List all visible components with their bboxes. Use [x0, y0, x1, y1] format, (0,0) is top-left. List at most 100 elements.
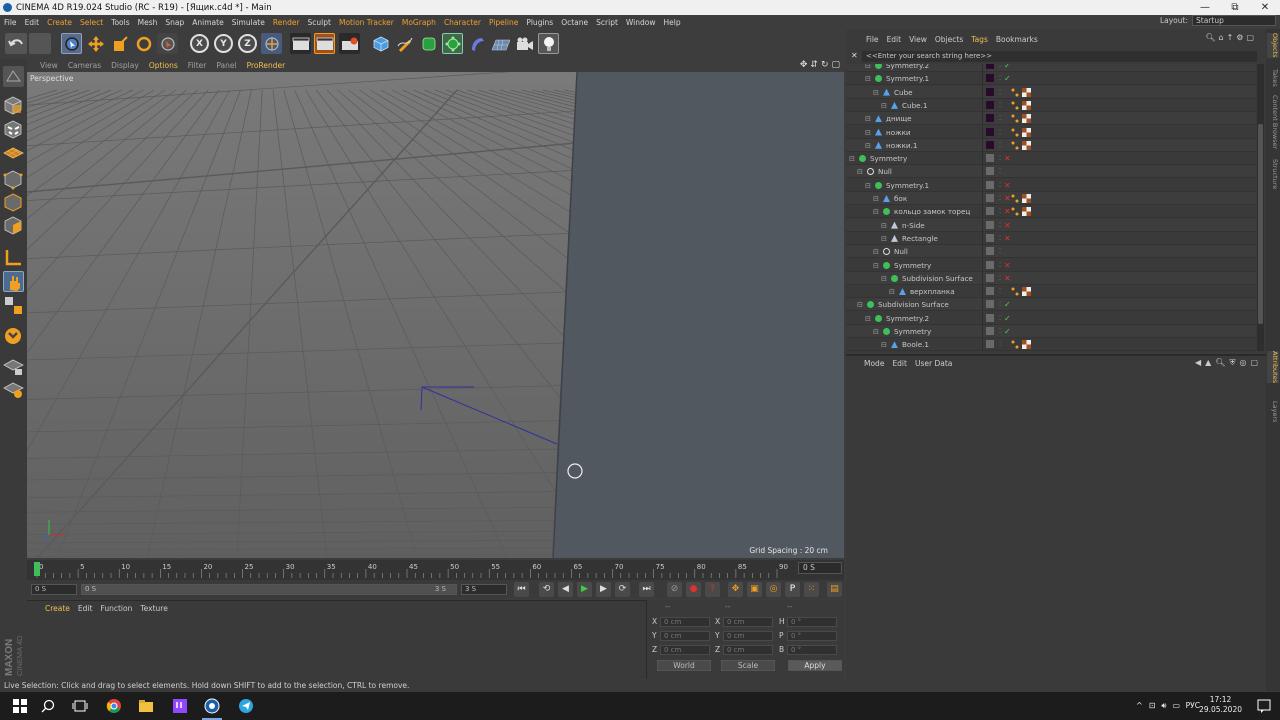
menu-pipeline[interactable]: Pipeline [485, 18, 522, 27]
menu-create[interactable]: Create [43, 18, 76, 27]
expand-toggle-icon[interactable]: ⊟ [849, 152, 855, 165]
nav-up-icon[interactable]: ↑ [1227, 33, 1234, 42]
coord-value-field[interactable]: 0 cm [660, 617, 710, 627]
layer-color-swatch[interactable] [986, 64, 994, 69]
viewport-menu-prorender[interactable]: ProRender [242, 61, 291, 70]
object-row[interactable]: ⊟ Null ⁚ [846, 165, 1256, 179]
layer-color-swatch[interactable] [986, 140, 994, 149]
coord-value-field[interactable]: 0 ° [787, 645, 837, 655]
add-array-button[interactable] [442, 33, 463, 54]
telegram-icon[interactable] [238, 698, 254, 714]
render-to-picture-viewer-button[interactable] [314, 33, 335, 54]
object-name[interactable]: Symmetry [894, 325, 931, 338]
coord-value-field[interactable]: 0 cm [723, 617, 773, 627]
coord-value-field[interactable]: 0 cm [723, 645, 773, 655]
settings-icon[interactable]: ◎ [1239, 358, 1246, 368]
om-menu-objects[interactable]: Objects [931, 35, 967, 44]
model-mode-button[interactable] [3, 95, 24, 116]
object-row[interactable]: ⊟ Symmetry.2 ⁚ ✓ [846, 64, 1256, 72]
expand-toggle-icon[interactable]: ⊟ [873, 86, 879, 99]
menu-tools[interactable]: Tools [107, 18, 133, 27]
previous-key-button[interactable]: ⟲ [539, 582, 554, 597]
visibility-dots-icon[interactable]: ⁚ [999, 338, 1001, 351]
object-row[interactable]: ⊟ днище ⁚ [846, 112, 1256, 126]
chevron-up-icon[interactable]: ^ [1136, 701, 1143, 711]
previous-frame-button[interactable]: ◀ [558, 582, 573, 597]
object-row[interactable]: ⊟ ножки ⁚ [846, 125, 1256, 139]
viewport-menu-display[interactable]: Display [106, 61, 144, 70]
layer-color-swatch[interactable] [986, 287, 994, 296]
coord-value-field[interactable]: 0 ° [787, 617, 837, 627]
disabled-x-icon[interactable]: ✕ [1004, 272, 1011, 285]
expand-toggle-icon[interactable]: ⊟ [857, 165, 863, 178]
visibility-dots-icon[interactable]: ⁚ [999, 272, 1001, 285]
om-menu-edit[interactable]: Edit [883, 35, 906, 44]
expand-toggle-icon[interactable]: ⊟ [865, 139, 871, 152]
expand-toggle-icon[interactable]: ⊟ [865, 126, 871, 139]
menu-file[interactable]: File [0, 18, 21, 27]
layer-color-swatch[interactable] [986, 340, 994, 349]
coord-value-field[interactable]: 0 cm [660, 645, 710, 655]
tweak-mode-button[interactable] [3, 271, 24, 292]
visibility-dots-icon[interactable]: ⁚ [999, 232, 1001, 245]
object-row[interactable]: ⊟ Null ⁚ [846, 245, 1256, 259]
layer-color-swatch[interactable] [986, 247, 994, 256]
menu-animate[interactable]: Animate [188, 18, 227, 27]
task-view-icon[interactable] [72, 698, 88, 714]
object-row[interactable]: ⊟ Symmetry.1 ⁚ ✓ [846, 72, 1256, 86]
material-menu-create[interactable]: Create [41, 604, 74, 613]
right-tab-structure[interactable]: Structure [1267, 159, 1279, 189]
object-row[interactable]: ⊟ Symmetry ⁚ ✕ [846, 258, 1256, 272]
object-row[interactable]: ⊟ Symmetry ⁚ ✕ [846, 152, 1256, 166]
play-button[interactable]: ▶ [577, 582, 592, 597]
object-name[interactable]: Boole.1 [902, 338, 929, 351]
menu-simulate[interactable]: Simulate [228, 18, 269, 27]
notifications-icon[interactable] [1256, 698, 1272, 714]
undo-button[interactable] [5, 33, 27, 54]
coord-value-field[interactable]: 0 cm [660, 631, 710, 641]
search-icon[interactable]: 🔍︎ [1215, 358, 1225, 368]
visibility-dots-icon[interactable]: ⁚ [999, 126, 1001, 139]
object-name[interactable]: Subdivision Surface [878, 298, 949, 311]
planar-workplane-button[interactable] [3, 379, 24, 400]
menu-help[interactable]: Help [659, 18, 684, 27]
object-name[interactable]: Symmetry.1 [886, 179, 929, 192]
menu-sculpt[interactable]: Sculpt [304, 18, 335, 27]
visibility-dots-icon[interactable]: ⁚ [999, 312, 1001, 325]
menu-render[interactable]: Render [269, 18, 304, 27]
redo-button[interactable] [29, 33, 51, 54]
object-row[interactable]: ⊟ бок ⁚ ✕ [846, 192, 1256, 205]
visibility-dots-icon[interactable]: ⁚ [999, 245, 1001, 258]
lock-icon[interactable]: ⛨ [1229, 358, 1235, 368]
enabled-check-icon[interactable]: ✓ [1004, 72, 1011, 85]
lock-workplane-button[interactable] [3, 356, 24, 377]
minimize-button[interactable]: — [1190, 0, 1220, 15]
timeline-layout-button[interactable]: ▤ [827, 582, 842, 597]
right-tab-attributes[interactable]: Attributes [1267, 351, 1279, 384]
enabled-check-icon[interactable]: ✓ [1004, 325, 1011, 338]
recent-tools-button[interactable] [157, 33, 178, 54]
object-row[interactable]: ⊟ Subdivision Surface ⁚ ✓ [846, 298, 1256, 312]
layer-color-swatch[interactable] [986, 233, 994, 242]
go-to-end-button[interactable]: ⏭ [639, 582, 654, 597]
coord-value-field[interactable]: 0 ° [787, 631, 837, 641]
object-row[interactable]: ⊟ Symmetry ⁚ ✓ [846, 325, 1256, 338]
texture-mode-button[interactable] [3, 119, 24, 140]
viewport-menu-panel[interactable]: Panel [211, 61, 241, 70]
cinema4d-taskbar-icon[interactable] [204, 698, 220, 714]
disabled-x-icon[interactable]: ✕ [1004, 205, 1011, 218]
scrollbar-thumb[interactable] [1258, 124, 1263, 324]
object-name[interactable]: Symmetry.2 [886, 64, 929, 72]
expand-toggle-icon[interactable]: ⊟ [881, 272, 887, 285]
object-row[interactable]: ⊟ верхпланка ⁚ [846, 285, 1256, 299]
layer-color-swatch[interactable] [986, 194, 994, 202]
expand-toggle-icon[interactable]: ⊟ [881, 338, 887, 351]
object-name[interactable]: n-Side [902, 219, 925, 232]
playhead-marker[interactable] [34, 562, 40, 576]
timeline-ruler[interactable]: 0 5 10 15 20 25 30 35 40 45 50 55 60 65 70 75 80 85 90 0 S [27, 560, 844, 580]
layer-color-swatch[interactable] [986, 87, 994, 96]
layer-color-swatch[interactable] [986, 260, 994, 269]
dolly-icon[interactable]: ⇵ [810, 60, 818, 70]
visibility-dots-icon[interactable]: ⁚ [999, 205, 1001, 218]
network-icon[interactable]: ⊡ [1149, 701, 1156, 711]
